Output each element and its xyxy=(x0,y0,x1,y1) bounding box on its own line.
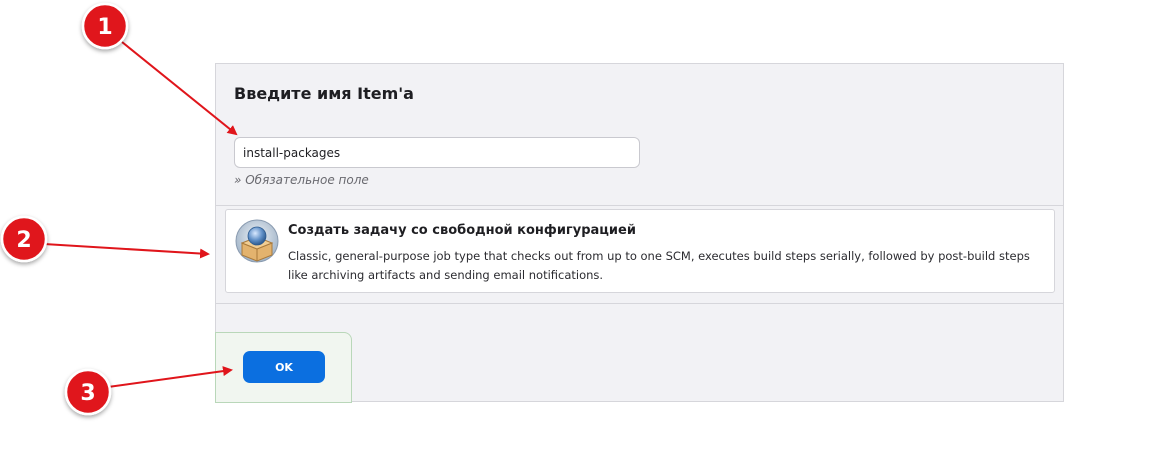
item-name-input[interactable] xyxy=(234,137,640,168)
annotation-number-2: 2 xyxy=(16,228,31,253)
annotation-badge-3: 3 xyxy=(64,368,112,416)
annotation-arrow-2 xyxy=(43,243,210,259)
new-item-panel: Введите имя Item'a » Обязательное поле xyxy=(215,63,1064,403)
item-name-heading: Введите имя Item'a xyxy=(234,84,414,103)
ok-button[interactable]: OK xyxy=(243,351,325,383)
freestyle-project-icon xyxy=(235,219,279,263)
annotation-badge-2: 2 xyxy=(0,215,48,263)
job-type-title: Создать задачу со свободной конфигурацие… xyxy=(288,223,636,238)
annotation-arrow-3 xyxy=(107,366,233,388)
form-footer: OK xyxy=(215,332,352,403)
screenshot-stage: Введите имя Item'a » Обязательное поле xyxy=(0,0,1168,459)
annotation-badge-1: 1 xyxy=(81,2,129,50)
annotation-number-3: 3 xyxy=(80,381,95,406)
job-type-freestyle-option[interactable]: Создать задачу со свободной конфигурацие… xyxy=(225,209,1055,293)
job-type-description: Classic, general-purpose job type that c… xyxy=(288,249,1030,282)
section-divider xyxy=(216,205,1063,206)
section-divider xyxy=(216,303,1063,304)
annotation-number-1: 1 xyxy=(97,15,112,40)
required-field-hint: » Обязательное поле xyxy=(234,173,369,187)
